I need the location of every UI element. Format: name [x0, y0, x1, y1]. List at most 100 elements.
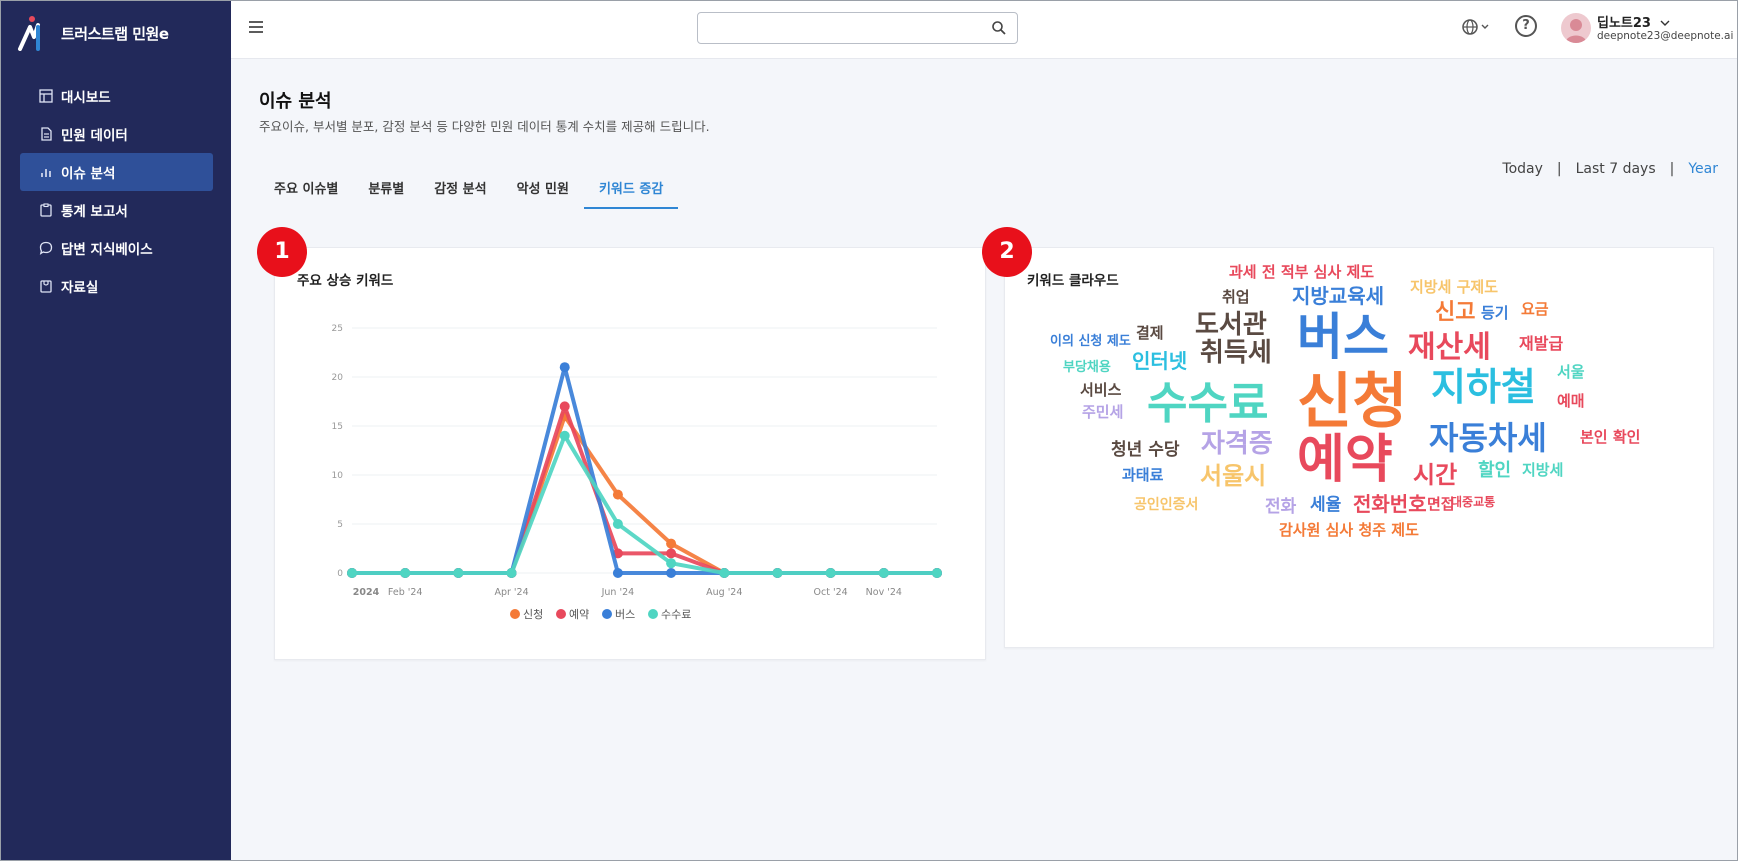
search-icon[interactable] [991, 20, 1007, 36]
cloud-word[interactable]: 재발급 [1519, 336, 1563, 352]
cloud-word[interactable]: 전화 [1265, 499, 1296, 516]
range-last7[interactable]: Last 7 days [1576, 161, 1656, 177]
brand[interactable]: 트러스트랩 민원e [17, 13, 169, 53]
brand-logo-icon [18, 16, 40, 51]
data-point [932, 568, 942, 578]
sidebar-item-label: 민원 데이터 [61, 128, 128, 144]
cloud-word[interactable]: 지방교육세 [1292, 286, 1384, 306]
cloud-word[interactable]: 수수료 [1147, 382, 1268, 426]
data-point [347, 568, 357, 578]
data-point [666, 538, 677, 549]
cloud-word[interactable]: 도서관 [1195, 312, 1267, 338]
cloud-word[interactable]: 대중교통 [1451, 496, 1495, 508]
user-name: 딥노트23 [1597, 16, 1651, 31]
cloud-word[interactable]: 인터넷 [1132, 351, 1187, 371]
data-point [719, 568, 730, 578]
cloud-word[interactable]: 주민세 [1082, 405, 1123, 420]
data-point [666, 568, 677, 578]
cloud-word[interactable]: 과세 전 적부 심사 제도 [1229, 265, 1374, 280]
cloud-word[interactable]: 버스 [1297, 312, 1389, 362]
cloud-word[interactable]: 이의 신청 제도 [1050, 335, 1131, 348]
search-input[interactable] [698, 13, 978, 43]
cloud-word[interactable]: 공인인증서 [1134, 498, 1198, 512]
x-tick-label: Aug '24 [706, 587, 742, 598]
cloud-word[interactable]: 서울시 [1200, 464, 1266, 488]
tab-keyword-trend[interactable]: 키워드 증감 [583, 170, 679, 209]
cloud-word[interactable]: 요금 [1521, 302, 1549, 317]
sidebar-item-label: 이슈 분석 [61, 166, 116, 182]
cloud-word[interactable]: 감사원 심사 청주 제도 [1279, 523, 1419, 538]
data-point [612, 568, 623, 578]
data-point [612, 489, 623, 500]
cloud-word[interactable]: 할인 [1478, 462, 1511, 480]
data-point [559, 401, 570, 412]
cloud-word[interactable]: 청년 수당 [1111, 442, 1179, 459]
cloud-word[interactable]: 서울 [1557, 365, 1585, 380]
user-email: deepnote23@deepnote.ai [1597, 30, 1734, 42]
data-point [506, 568, 517, 578]
cloud-word[interactable]: 자동차세 [1429, 422, 1547, 454]
cloud-word[interactable]: 자격증 [1201, 431, 1273, 457]
cloud-word[interactable]: 취업 [1222, 290, 1250, 305]
range-year[interactable]: Year [1688, 161, 1718, 177]
avatar[interactable] [1561, 13, 1591, 43]
series-line-신청 [352, 414, 937, 575]
cloud-word[interactable]: 신청 [1297, 372, 1407, 432]
cloud-word[interactable]: 예매 [1557, 394, 1585, 409]
cloud-word[interactable]: 지방세 구제도 [1410, 280, 1498, 295]
cloud-word[interactable]: 세율 [1310, 497, 1341, 514]
clipboard-icon [40, 203, 52, 217]
globe-icon [1462, 19, 1489, 35]
data-point [559, 430, 570, 441]
help-icon[interactable]: ? [1515, 15, 1537, 37]
sidebar-item-label: 답변 지식베이스 [61, 242, 153, 258]
tab-sentiment[interactable]: 감정 분석 [419, 170, 501, 209]
range-today[interactable]: Today [1502, 161, 1543, 177]
cloud-word[interactable]: 취득세 [1200, 340, 1272, 366]
x-tick-label: 2024 [353, 587, 380, 598]
top-header: ? 딥노트23 deepnote23@deepnote.ai [231, 1, 1737, 59]
data-point [612, 519, 623, 529]
menu-icon[interactable] [249, 17, 263, 38]
page-title: 이슈 분석 [259, 91, 332, 112]
tab-bar: 주요 이슈별 분류별 감정 분석 악성 민원 키워드 증감 [259, 170, 679, 209]
y-tick-label: 15 [332, 422, 343, 432]
sidebar-item-complaint-data[interactable]: 민원 데이터 [20, 115, 213, 153]
dashboard-icon [39, 89, 53, 103]
legend-marker [556, 609, 566, 619]
tab-by-category[interactable]: 분류별 [353, 170, 419, 209]
cloud-word[interactable]: 서비스 [1080, 383, 1121, 398]
cloud-word[interactable]: 부당채용 [1063, 361, 1111, 374]
cloud-word[interactable]: 재산세 [1408, 333, 1491, 363]
sidebar-item-stat-report[interactable]: 통계 보고서 [20, 191, 213, 229]
user-menu[interactable]: 딥노트23 [1597, 12, 1670, 31]
keyword-cloud-card: 키워드 클라우드 신청 예약 버스 수수료 지하철 자동차세 재산세 취득세 도서관 자격증 서울시… [1004, 247, 1714, 648]
cloud-word[interactable]: 등기 [1481, 306, 1509, 321]
sidebar: 트러스트랩 민원e 대시보드 민원 데이터 이슈 분석 통계 보고서 답변 지식… [1, 1, 231, 860]
line-chart: 0 5 10 15 20 25 2024 Feb '24 Apr '24 Jun '24 Aug '… [332, 324, 942, 621]
cloud-word[interactable]: 전화번호 [1353, 494, 1427, 514]
legend-label: 예약 [569, 607, 589, 621]
sidebar-item-issue-analysis[interactable]: 이슈 분석 [20, 153, 213, 191]
legend-label: 버스 [615, 608, 635, 621]
legend-marker [602, 609, 612, 619]
tab-major-issues[interactable]: 주요 이슈별 [259, 170, 353, 209]
range-separator: | [1669, 161, 1675, 177]
x-tick-label: Oct '24 [814, 587, 848, 598]
cloud-word[interactable]: 지하철 [1431, 368, 1536, 406]
sidebar-item-knowledge-base[interactable]: 답변 지식베이스 [20, 229, 213, 267]
x-tick-label: Nov '24 [866, 587, 902, 598]
cloud-word[interactable]: 과태료 [1122, 468, 1163, 483]
cloud-word[interactable]: 결제 [1136, 326, 1164, 341]
sidebar-item-dashboard[interactable]: 대시보드 [20, 77, 213, 115]
cloud-word[interactable]: 시간 [1413, 463, 1457, 487]
data-point [878, 568, 889, 578]
language-selector[interactable] [1461, 16, 1495, 38]
sidebar-item-archive[interactable]: 자료실 [20, 267, 213, 305]
tab-malicious[interactable]: 악성 민원 [502, 170, 584, 209]
cloud-word[interactable]: 본인 확인 [1580, 430, 1640, 445]
cloud-word[interactable]: 지방세 [1522, 463, 1563, 478]
chevron-down-icon [1660, 20, 1670, 26]
cloud-word[interactable]: 신고 [1435, 302, 1475, 324]
cloud-word[interactable]: 예약 [1297, 434, 1393, 486]
